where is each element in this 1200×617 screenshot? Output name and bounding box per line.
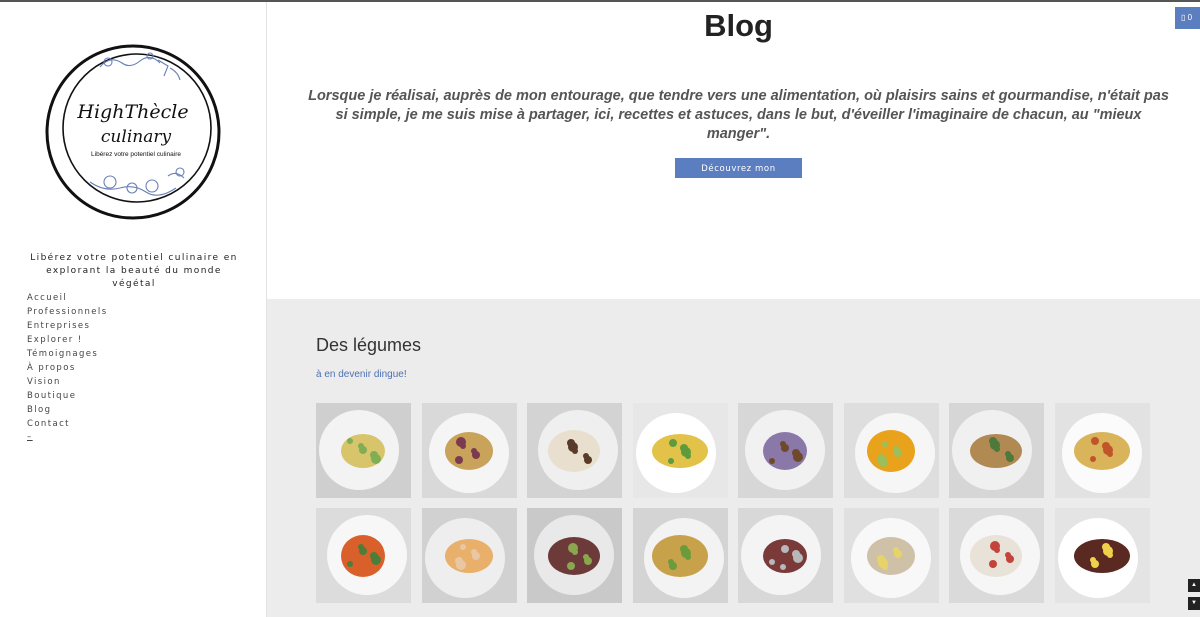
scroll-down-button[interactable]: ▼ <box>1188 597 1200 610</box>
brand-logo[interactable]: HighThècle culinary Libérez votre potent… <box>40 42 226 222</box>
logo-line1: HighThècle <box>76 101 188 123</box>
nav-item-explorer[interactable]: Explorer ! <box>27 333 108 347</box>
sidebar-tagline-line2: explorant la beauté du monde végétal <box>46 266 222 289</box>
gallery-photo[interactable] <box>527 403 622 498</box>
nav-item-boutique[interactable]: Boutique <box>27 389 108 403</box>
gallery-photo[interactable] <box>1054 403 1150 498</box>
nav-item-professionnels[interactable]: Professionnels <box>27 305 108 319</box>
nav-item-vision[interactable]: Vision <box>27 375 108 389</box>
nav-item-entreprises[interactable]: Entreprises <box>27 319 108 333</box>
cart-button[interactable]: ▯ 0 <box>1175 7 1200 29</box>
scroll-up-button[interactable]: ▲ <box>1188 579 1200 592</box>
gallery-photo[interactable] <box>632 403 728 498</box>
sidebar-tagline-line1: Libérez votre potentiel culinaire en <box>30 253 238 263</box>
nav-item-extra[interactable]: – <box>27 431 108 443</box>
gallery-photo[interactable] <box>632 508 728 603</box>
gallery-photo[interactable] <box>1054 508 1150 603</box>
nav-item-accueil[interactable]: Accueil <box>27 291 108 305</box>
sidebar-nav: Accueil Professionnels Entreprises Explo… <box>27 291 108 443</box>
gallery-section: Des légumes à en devenir dingue! <box>267 299 1200 617</box>
sidebar-tagline: Libérez votre potentiel culinaire en exp… <box>24 252 244 291</box>
logo-tagline: Libérez votre potentiel culinaire <box>91 151 181 158</box>
cart-count: 0 <box>1187 13 1193 22</box>
gallery-photo[interactable] <box>421 508 517 603</box>
nav-item-contact[interactable]: Contact <box>27 417 108 431</box>
gallery-photo[interactable] <box>949 403 1044 498</box>
nav-item-blog[interactable]: Blog <box>27 403 108 417</box>
main-content: Blog Lorsque je réalisai, auprès de mon … <box>267 2 1200 617</box>
intro-text: Lorsque je réalisai, auprès de mon entou… <box>308 88 1169 142</box>
nav-item-temoignages[interactable]: Témoignages <box>27 347 108 361</box>
logo-line2: culinary <box>101 127 172 147</box>
nav-item-a-propos[interactable]: À propos <box>27 361 108 375</box>
gallery-photo[interactable] <box>421 403 517 498</box>
gallery-photo[interactable] <box>843 403 939 498</box>
hero-section: Blog Lorsque je réalisai, auprès de mon … <box>267 2 1200 299</box>
sidebar: HighThècle culinary Libérez votre potent… <box>0 2 267 617</box>
gallery-photo[interactable] <box>738 403 833 498</box>
gallery-photo[interactable] <box>843 508 939 603</box>
page-title: Blog <box>704 8 773 43</box>
gallery-title: Des légumes <box>316 335 422 355</box>
gallery-photo[interactable] <box>316 403 411 498</box>
discover-button[interactable]: Découvrez mon univers! <box>675 158 802 194</box>
gallery-photo[interactable] <box>316 508 411 603</box>
gallery-photo[interactable] <box>527 508 622 603</box>
gallery-subtitle-link[interactable]: à en devenir dingue! <box>316 369 407 380</box>
gallery-photo[interactable] <box>949 508 1044 603</box>
cart-icon: ▯ <box>1181 13 1186 22</box>
gallery-photo[interactable] <box>738 508 833 603</box>
